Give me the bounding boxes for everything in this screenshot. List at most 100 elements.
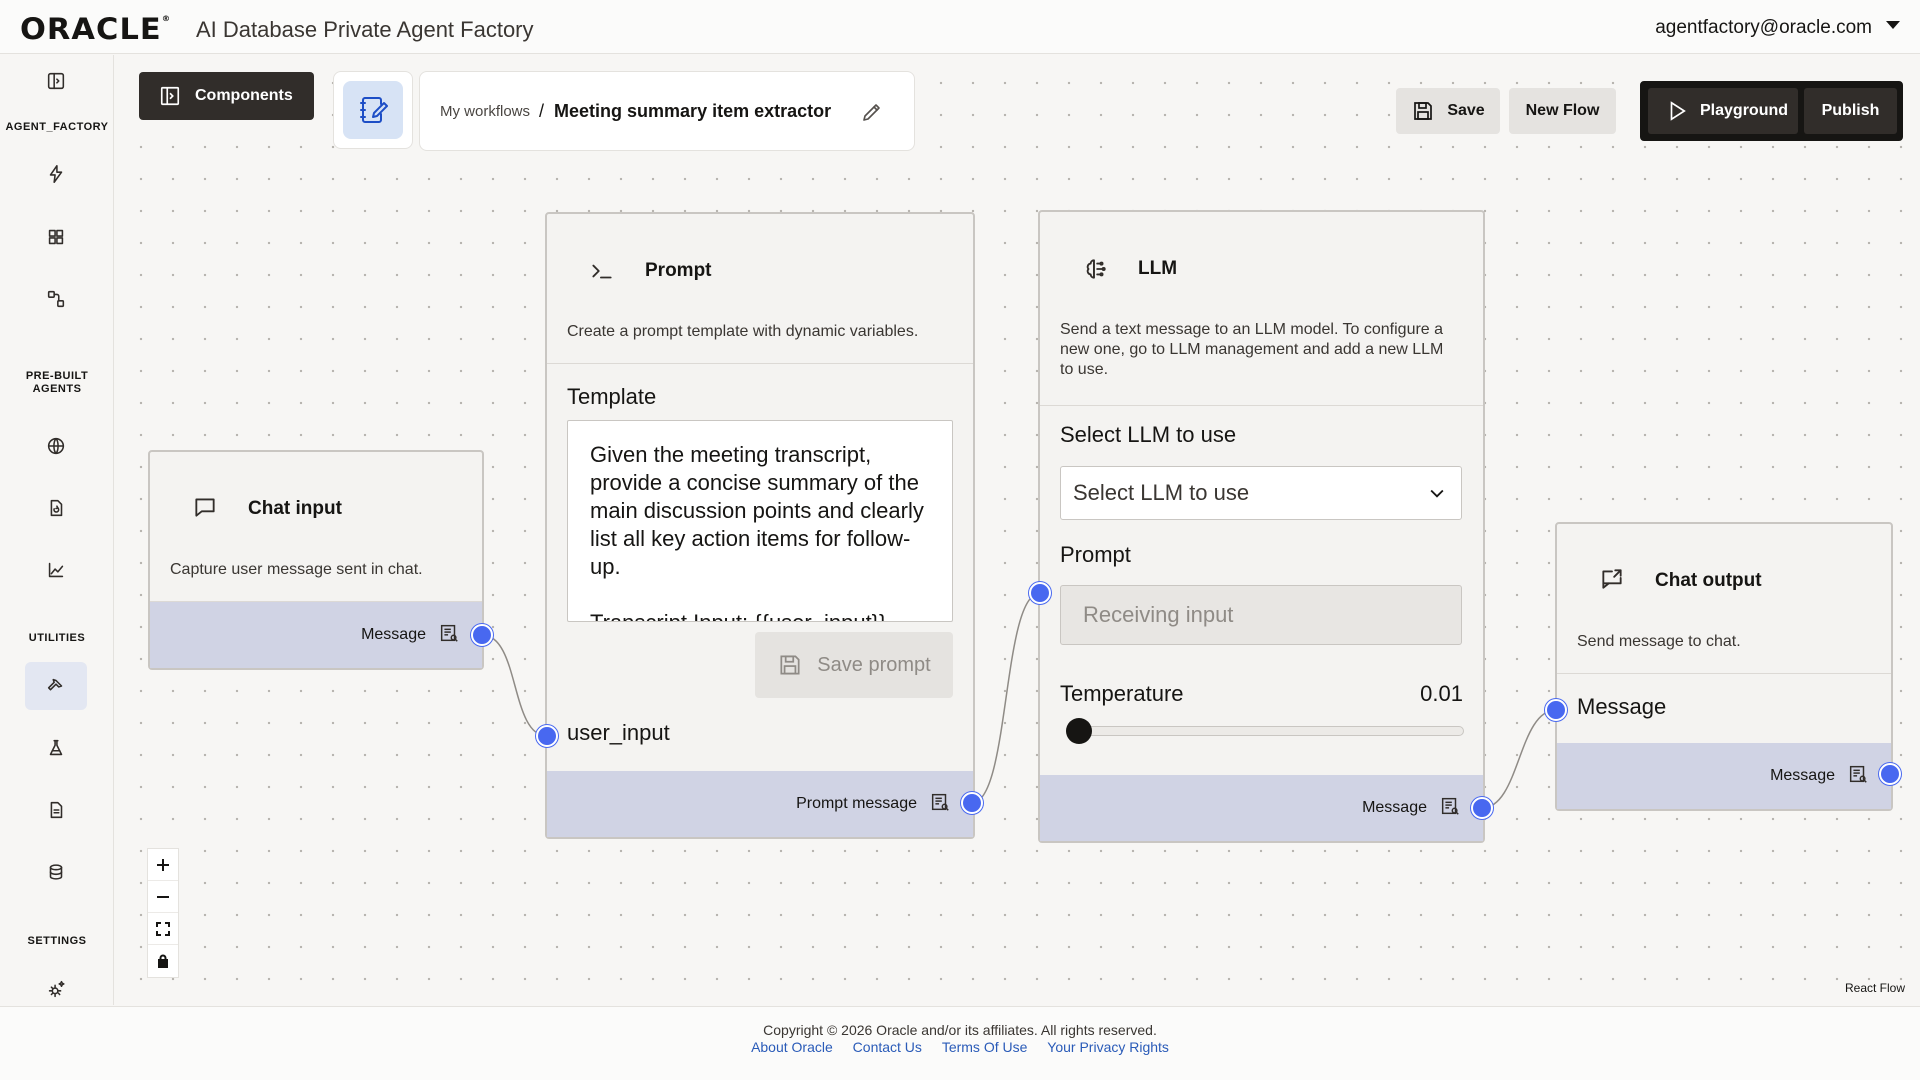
components-button[interactable]: Components [139, 72, 314, 120]
message-list-icon [1847, 763, 1869, 790]
footer-links: About Oracle Contact Us Terms Of Use You… [0, 1039, 1920, 1055]
footer-link-terms[interactable]: Terms Of Use [942, 1039, 1028, 1055]
temperature-slider-thumb[interactable] [1066, 718, 1092, 744]
globe-icon [47, 437, 65, 455]
play-icon [1670, 101, 1686, 121]
sidebar-item-analytics[interactable] [25, 546, 87, 594]
sidebar-item-reports[interactable] [25, 786, 87, 834]
breadcrumb-separator: / [539, 100, 545, 121]
breadcrumb: My workflows / Meeting summary item extr… [419, 71, 915, 151]
lightning-icon [49, 164, 63, 184]
template-textarea[interactable]: Given the meeting transcript, provide a … [567, 420, 953, 622]
message-list-icon [1439, 795, 1461, 822]
node-chat-input[interactable]: Chat input Capture user message sent in … [148, 450, 484, 670]
app-header: ORACLE® AI Database Private Agent Factor… [0, 0, 1920, 54]
chat-output-output-handle[interactable] [1879, 763, 1901, 785]
fit-view-icon [156, 921, 170, 936]
document-icon [50, 801, 63, 819]
workflow-icon-tile[interactable] [333, 71, 413, 149]
copyright-text: Copyright © 2026 Oracle and/or its affil… [763, 1022, 1157, 1038]
footer-link-contact[interactable]: Contact Us [853, 1039, 922, 1055]
temperature-slider-track[interactable] [1066, 726, 1464, 736]
llm-prompt-input-handle[interactable] [1029, 582, 1051, 604]
components-label: Components [195, 87, 293, 104]
lock-button[interactable] [148, 945, 178, 977]
node-header: Prompt Create a prompt template with dyn… [547, 214, 973, 364]
breadcrumb-root-link[interactable]: My workflows [440, 103, 530, 120]
zoom-in-button[interactable] [148, 849, 178, 881]
prompt-output-handle[interactable] [961, 792, 983, 814]
node-output: Prompt message [547, 771, 973, 837]
page-footer: Copyright © 2026 Oracle and/or its affil… [0, 1006, 1920, 1080]
node-description: Create a prompt template with dynamic va… [567, 323, 919, 340]
output-label: Prompt message [796, 795, 917, 812]
select-llm-label: Select LLM to use [1060, 422, 1237, 447]
react-flow-attribution[interactable]: React Flow [1845, 981, 1905, 995]
temperature-value: 0.01 [1420, 681, 1463, 706]
chart-line-icon [48, 562, 64, 578]
save-button[interactable]: Save [1396, 88, 1500, 134]
prompt-input: Receiving input [1060, 585, 1462, 645]
oracle-logo[interactable]: ORACLE® [20, 12, 171, 46]
node-chat-output[interactable]: Chat output Send message to chat. Messag… [1555, 522, 1893, 811]
llm-select[interactable]: Select LLM to use [1060, 466, 1462, 520]
flask-icon [49, 739, 63, 756]
variable-label: user_input [567, 720, 670, 745]
sidebar-section-prebuilt-line1: PRE-BUILT [25, 370, 89, 382]
llm-output-handle[interactable] [1471, 797, 1493, 819]
sidebar-section-utilities: UTILITIES [28, 632, 86, 644]
publish-button[interactable]: Publish [1804, 88, 1897, 134]
template-text: Given the meeting transcript, provide a … [590, 442, 924, 579]
save-label: Save [1447, 102, 1485, 119]
sidebar-toggle-button[interactable] [25, 57, 87, 105]
footer-link-privacy[interactable]: Your Privacy Rights [1047, 1039, 1169, 1055]
sidebar-item-lab[interactable] [25, 724, 87, 772]
sidebar-item-knowledge[interactable] [25, 422, 87, 470]
sidebar: AGENT_FACTORY PRE-BUILT AGENTS UTILITIES … [0, 55, 114, 1005]
chat-input-output-handle[interactable] [471, 624, 493, 646]
sidebar-item-flows[interactable] [25, 150, 87, 198]
floppy-disk-icon [780, 655, 800, 675]
logo-text: ORACLE [20, 12, 162, 46]
temperature-label: Temperature [1060, 681, 1184, 706]
sidebar-item-documents[interactable] [25, 484, 87, 532]
user-menu[interactable]: agentfactory@oracle.com [1655, 17, 1872, 39]
hammer-icon [47, 678, 63, 691]
node-output: Message [1557, 743, 1891, 809]
sidebar-item-dashboard[interactable] [25, 213, 87, 261]
node-title: LLM [1138, 258, 1178, 279]
playground-button[interactable]: Playground [1648, 88, 1798, 134]
brain-icon [1082, 256, 1108, 282]
message-list-icon [438, 622, 460, 649]
fit-view-button[interactable] [148, 913, 178, 945]
app-title: AI Database Private Agent Factory [196, 17, 534, 42]
zoom-out-button[interactable] [148, 881, 178, 913]
floppy-disk-icon [1414, 102, 1433, 120]
workflow-title: Meeting summary item extractor [554, 100, 832, 121]
new-flow-button[interactable]: New Flow [1509, 88, 1616, 134]
output-label: Message [1362, 799, 1427, 816]
footer-link-about[interactable]: About Oracle [751, 1039, 833, 1055]
prompt-input-handle[interactable] [536, 725, 558, 747]
template-text-continued: Transcript Input: {{user_input}} [590, 609, 930, 621]
zoom-controls [147, 848, 179, 978]
node-prompt[interactable]: Prompt Create a prompt template with dyn… [545, 212, 975, 839]
llm-select-value: Select LLM to use [1073, 480, 1250, 505]
panel-toggle-icon [160, 86, 180, 106]
prompt-field-label: Prompt [1060, 542, 1131, 567]
output-label: Message [361, 626, 426, 643]
run-publish-group: Playground Publish [1640, 81, 1903, 141]
node-header: LLM Send a text message to an LLM model.… [1040, 212, 1483, 406]
output-label: Message [1770, 767, 1835, 784]
save-prompt-button[interactable]: Save prompt [755, 632, 953, 698]
sidebar-item-database[interactable] [25, 848, 87, 896]
node-output: Message [1040, 775, 1483, 841]
chat-output-input-handle[interactable] [1545, 699, 1567, 721]
caret-down-icon[interactable] [1886, 21, 1900, 29]
sidebar-item-connections[interactable] [25, 275, 87, 323]
edit-title-button[interactable] [860, 100, 884, 124]
sidebar-section-settings: SETTINGS [27, 935, 87, 947]
sidebar-item-tools[interactable] [25, 662, 87, 710]
workflow-icon-tile-inner [343, 81, 403, 139]
node-llm[interactable]: LLM Send a text message to an LLM model.… [1038, 210, 1485, 843]
